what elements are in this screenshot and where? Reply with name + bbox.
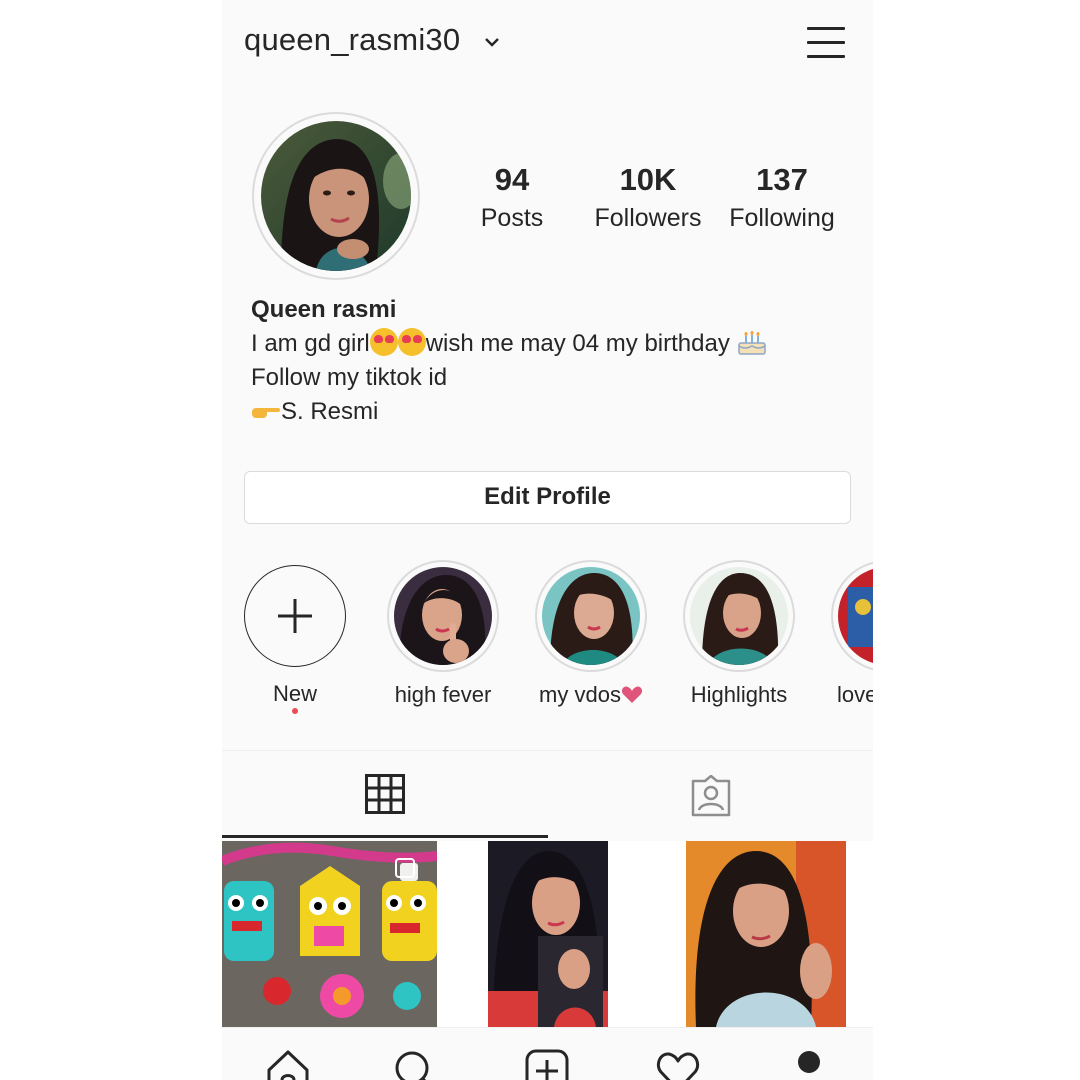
hamburger-menu-icon[interactable] [807, 25, 845, 59]
highlight-label: Highlights [690, 682, 788, 707]
account-username[interactable]: queen_rasmi30 [244, 22, 460, 58]
post-thumbnail[interactable] [222, 841, 437, 1027]
new-highlight-ring [244, 565, 346, 667]
post-thumbnail[interactable] [686, 841, 846, 1027]
chevron-down-icon[interactable] [484, 34, 500, 50]
bio-text: I am gd girl [251, 330, 370, 357]
profile-screen: queen_rasmi30 94 Posts 10K Followers 137… [222, 0, 873, 1080]
highlight-ring [535, 560, 647, 672]
notification-dot [292, 708, 298, 714]
display-name: Queen rasmi [251, 296, 397, 323]
highlight-label: my vdos [535, 682, 647, 708]
profile-avatar[interactable] [252, 112, 420, 280]
followers-value: 10K [619, 162, 677, 197]
highlight-love[interactable]: love [831, 560, 873, 708]
following-count[interactable]: 137 Following [724, 160, 840, 236]
plus-icon [278, 599, 312, 633]
pointing-hand-emoji-icon [252, 408, 280, 418]
bio-line-3: S. Resmi [251, 395, 767, 429]
highlight-cover [838, 567, 873, 665]
edit-profile-button[interactable]: Edit Profile [244, 471, 851, 524]
highlight-high-fever[interactable]: high fever [387, 560, 499, 708]
highlight-label: high fever [394, 682, 492, 707]
bio-line-1: I am gd girl wish me may 04 my birthday [251, 327, 767, 361]
heart-eyes-emoji-icon [397, 328, 426, 356]
highlight-my-vdos[interactable]: my vdos [535, 560, 647, 708]
highlight-ring [683, 560, 795, 672]
activity-heart-icon[interactable] [655, 1048, 701, 1080]
grid-icon [365, 774, 405, 814]
highlight-cover [394, 567, 492, 665]
highlight-highlights[interactable]: Highlights [683, 560, 795, 708]
top-bar: queen_rasmi30 [222, 0, 873, 90]
birthday-cake-emoji-icon [737, 331, 766, 355]
profile-icon[interactable] [786, 1048, 832, 1080]
posts-label: Posts [480, 204, 544, 232]
posts-grid [222, 841, 873, 1027]
avatar-photo [261, 121, 411, 271]
following-value: 137 [756, 162, 808, 197]
heart-emoji-icon [621, 686, 643, 703]
followers-count[interactable]: 10K Followers [590, 160, 706, 236]
post-thumbnail[interactable] [488, 841, 608, 1027]
tab-grid[interactable] [222, 751, 547, 839]
tagged-icon [691, 775, 731, 817]
highlight-label: love [837, 682, 873, 707]
tab-tagged[interactable] [548, 751, 873, 839]
highlight-cover [690, 567, 788, 665]
highlight-cover [542, 567, 640, 665]
bio-line-2: Follow my tiktok id [251, 364, 448, 391]
posts-value: 94 [494, 162, 530, 197]
heart-eyes-emoji-icon [369, 328, 398, 356]
profile-bio: Queen rasmi I am gd girl wish me may 04 m… [251, 293, 767, 429]
bottom-navigation [222, 1027, 873, 1080]
highlight-ring [831, 560, 873, 672]
bio-text: S. Resmi [281, 398, 379, 425]
profile-tabs [222, 750, 873, 839]
new-post-icon[interactable] [524, 1048, 570, 1080]
highlight-new[interactable]: New [239, 560, 351, 707]
highlight-label: New [272, 681, 317, 706]
posts-count[interactable]: 94 Posts [470, 160, 554, 236]
highlight-label-text: my vdos [539, 682, 621, 707]
highlight-ring [387, 560, 499, 672]
bio-text: wish me may 04 my birthday [425, 330, 737, 357]
search-icon[interactable] [392, 1048, 438, 1080]
home-icon[interactable] [265, 1048, 311, 1080]
following-label: Following [729, 204, 835, 232]
active-tab-indicator [222, 835, 548, 838]
followers-label: Followers [594, 204, 702, 232]
